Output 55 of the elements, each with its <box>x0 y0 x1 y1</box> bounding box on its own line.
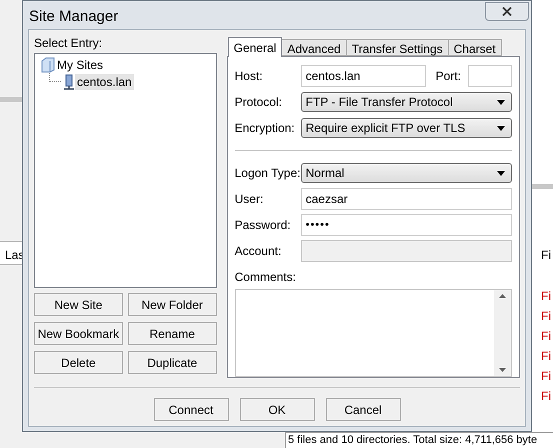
tab[interactable]: Advanced <box>281 39 347 56</box>
scroll-down-icon[interactable] <box>499 368 506 372</box>
file-row[interactable]: Fi <box>541 347 551 365</box>
close-button[interactable] <box>485 2 529 21</box>
splitter-bar[interactable] <box>532 184 553 189</box>
tree-item[interactable]: centos.lan <box>75 74 134 90</box>
server-icon <box>63 74 75 90</box>
field-label: Account: <box>234 243 282 260</box>
entry-button[interactable]: Rename <box>128 322 217 345</box>
caret-icon <box>497 100 505 104</box>
tab[interactable]: General <box>228 37 282 57</box>
tree-item[interactable]: My Sites <box>55 56 106 72</box>
field-label: Logon Type: <box>234 165 297 182</box>
field-label: Protocol: <box>234 94 283 111</box>
splitter-bar[interactable] <box>0 97 22 102</box>
tab[interactable]: Charset <box>448 39 502 56</box>
close-icon <box>502 7 512 16</box>
dialog-button[interactable]: Connect <box>154 398 228 421</box>
window-title: Site Manager <box>29 7 118 27</box>
caret-icon <box>497 170 505 176</box>
scrollbar[interactable] <box>494 290 511 376</box>
entry-button[interactable]: Delete <box>34 351 123 374</box>
field-label: Select Entry: <box>34 36 102 50</box>
entry-button[interactable]: New Folder <box>128 293 217 316</box>
tab[interactable]: Transfer Settings <box>346 39 449 56</box>
scroll-up-icon[interactable] <box>499 294 506 298</box>
input-field[interactable] <box>468 65 512 87</box>
comments-field[interactable] <box>234 289 512 377</box>
field-label: Host: <box>234 68 264 85</box>
field-label: Port: <box>436 68 461 85</box>
file-row[interactable]: Fi <box>541 327 551 345</box>
input-field[interactable]: centos.lan <box>300 65 426 87</box>
entry-button[interactable]: Duplicate <box>128 351 217 374</box>
dropdown[interactable]: FTP - File Transfer Protocol <box>300 92 512 112</box>
field-label: User: <box>234 191 264 208</box>
dropdown[interactable]: Normal <box>300 163 512 183</box>
site-tree[interactable]: My Sites centos.lan <box>34 53 217 288</box>
caret-icon <box>497 126 505 130</box>
dropdown[interactable]: Require explicit FTP over TLS <box>300 118 512 138</box>
entry-button[interactable]: New Bookmark <box>34 322 123 345</box>
file-row[interactable]: Fi <box>541 367 551 385</box>
file-row[interactable]: Fi <box>541 387 551 405</box>
field-label: Encryption: <box>234 120 296 137</box>
column-header[interactable]: Fi <box>541 246 551 264</box>
password-field[interactable]: ••••• <box>300 214 512 236</box>
dialog-button[interactable]: OK <box>240 398 314 421</box>
input-field[interactable]: caezsar <box>300 188 512 210</box>
file-row[interactable]: Fi <box>541 307 551 325</box>
dialog-button[interactable]: Cancel <box>326 398 400 421</box>
status-text: 5 files and 10 directories. Total size: 4,711,656 byte <box>288 434 538 447</box>
folder-icon <box>41 56 55 72</box>
file-row[interactable]: Fi <box>541 287 551 305</box>
field-label: Comments: <box>234 269 296 286</box>
entry-button[interactable]: New Site <box>34 293 123 316</box>
field-label: Password: <box>234 217 292 234</box>
